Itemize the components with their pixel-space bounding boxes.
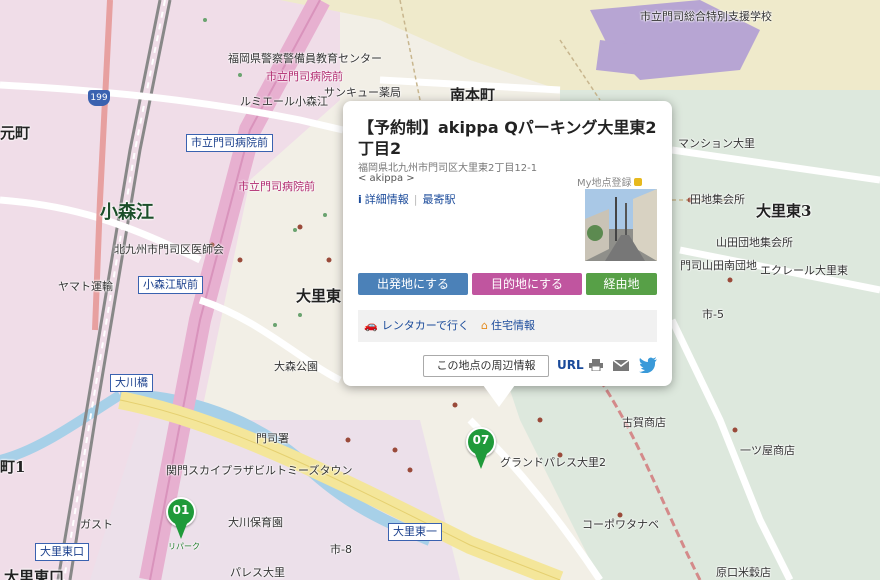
rent-car-link[interactable]: レンタカーで行く	[382, 319, 469, 332]
lock-icon	[633, 178, 642, 186]
map-label-ri5: 市-5	[702, 308, 724, 321]
url-link[interactable]: URL	[557, 358, 584, 372]
map-label-police-center: 福岡県警察警備員教育センター	[228, 52, 382, 65]
set-destination-button[interactable]: 目的地にする	[472, 273, 582, 295]
house-icon: ⌂	[481, 319, 489, 332]
map-label-koga: 古賀商店	[622, 416, 666, 429]
map-label-mojisho: 門司署	[256, 432, 289, 445]
map-label-sankyu: サンキュー薬局	[324, 86, 401, 99]
popup-links: i 詳細情報 | 最寄駅	[358, 191, 456, 207]
map-label-palace: パレス大里	[230, 566, 285, 579]
marker-tail	[174, 521, 188, 539]
popup-service-bar: 🚗 レンタカーで行く ⌂ 住宅情報	[358, 310, 657, 342]
popup-provider: < akippa >	[358, 173, 415, 184]
map-view[interactable]: 市立門司総合特別支援学校 福岡県警察警備員教育センター 市立門司病院前 サンキュ…	[0, 0, 880, 580]
map-label-gusto: ガスト	[80, 518, 113, 531]
busstop-komorie-ekimae[interactable]: 小森江駅前	[138, 276, 203, 294]
marker-tail	[474, 451, 488, 469]
map-label-hospital-mae-top: 市立門司病院前	[266, 70, 343, 83]
map-label-ozatohigashi-mid: 大里東	[296, 287, 342, 305]
map-label-skyplaza: 関門スカイプラザビルトミーズタウン	[166, 464, 353, 477]
route-199-shield: 199	[88, 90, 110, 106]
detail-info-link[interactable]: 詳細情報	[365, 193, 409, 206]
busstop-okawabashi[interactable]: 大川橋	[110, 374, 153, 392]
map-label-ozatohigashi3: 大里東3	[756, 202, 812, 220]
map-label-okawa-hoikuen: 大川保育園	[228, 516, 283, 529]
busstop-hospital-mae[interactable]: 市立門司病院前	[186, 134, 273, 152]
map-label-ecrail: エクレール大里東	[760, 264, 848, 277]
my-save-label: My地点登録	[577, 178, 632, 189]
map-label-corpo: コーポワタナベ	[582, 518, 659, 531]
map-label-school: 市立門司総合特別支援学校	[640, 10, 772, 23]
marker-01-brand: リパーク	[168, 542, 200, 551]
map-label-hospital-mae-mid: 市立門司病院前	[238, 180, 315, 193]
busstop-ozatohigashiguchi[interactable]: 大里東口	[35, 543, 89, 561]
map-label-haraguchi: 原口米穀店	[716, 566, 771, 579]
car-icon: 🚗	[364, 319, 378, 332]
map-label-motomachi: 元町	[0, 124, 31, 142]
set-waypoint-button[interactable]: 経由地	[586, 273, 657, 295]
info-icon: i	[358, 193, 362, 206]
map-label-ri8: 市-8	[330, 543, 352, 556]
location-popup: 【予約制】akippa Qパーキング大里東2丁目2 福岡県北九州市門司区大里東2…	[343, 101, 672, 407]
location-photo[interactable]	[585, 189, 657, 261]
map-label-hitotsuya: 一ツ屋商店	[740, 444, 795, 457]
marker-number: 01	[172, 503, 190, 517]
map-label-yamada-hall: 田地集会所	[690, 193, 745, 206]
popup-tail	[483, 385, 515, 407]
station-komorie[interactable]: 小森江	[100, 202, 154, 224]
print-icon[interactable]	[589, 359, 603, 371]
nearby-info-button[interactable]: この地点の周辺情報	[423, 355, 549, 377]
popup-title: 【予約制】akippa Qパーキング大里東2丁目2	[358, 118, 657, 158]
map-label-yamada-minamidan: 門司山田南団地	[680, 259, 757, 272]
my-location-save-link[interactable]: My地点登録	[577, 174, 642, 189]
mail-icon[interactable]	[613, 360, 629, 371]
parking-marker-01[interactable]: 01	[166, 497, 196, 541]
map-label-grand-palace: グランドパレス大里2	[500, 456, 606, 469]
popup-address: 福岡県北九州市門司区大里東2丁目12-1	[358, 163, 538, 174]
map-label-ishikai: 北九州市門司区医師会	[114, 243, 224, 256]
map-label-omori-park: 大森公園	[274, 360, 318, 373]
street-photo-image	[585, 189, 657, 261]
parking-marker-07[interactable]: 07	[466, 427, 496, 471]
map-label-yamato: ヤマト運輸	[58, 280, 113, 293]
map-label-ozatohigashiguchi: 大里東口	[4, 568, 65, 580]
map-label-yamada-danchi-hall: 山田団地集会所	[716, 236, 793, 249]
set-departure-button[interactable]: 出発地にする	[358, 273, 468, 295]
housing-info-link[interactable]: 住宅情報	[491, 319, 535, 332]
map-label-mansion: マンション大里	[678, 137, 755, 150]
marker-number: 07	[472, 433, 490, 447]
map-label-machi1: 町1	[0, 458, 26, 476]
map-label-lumiere: ルミエール小森江	[240, 95, 328, 108]
link-separator: |	[413, 193, 418, 206]
busstop-ozatohigashi-ichi[interactable]: 大里東一	[388, 523, 442, 541]
twitter-icon[interactable]	[639, 357, 657, 373]
station-label: 小森江	[100, 202, 154, 223]
nearest-station-link[interactable]: 最寄駅	[423, 193, 456, 206]
